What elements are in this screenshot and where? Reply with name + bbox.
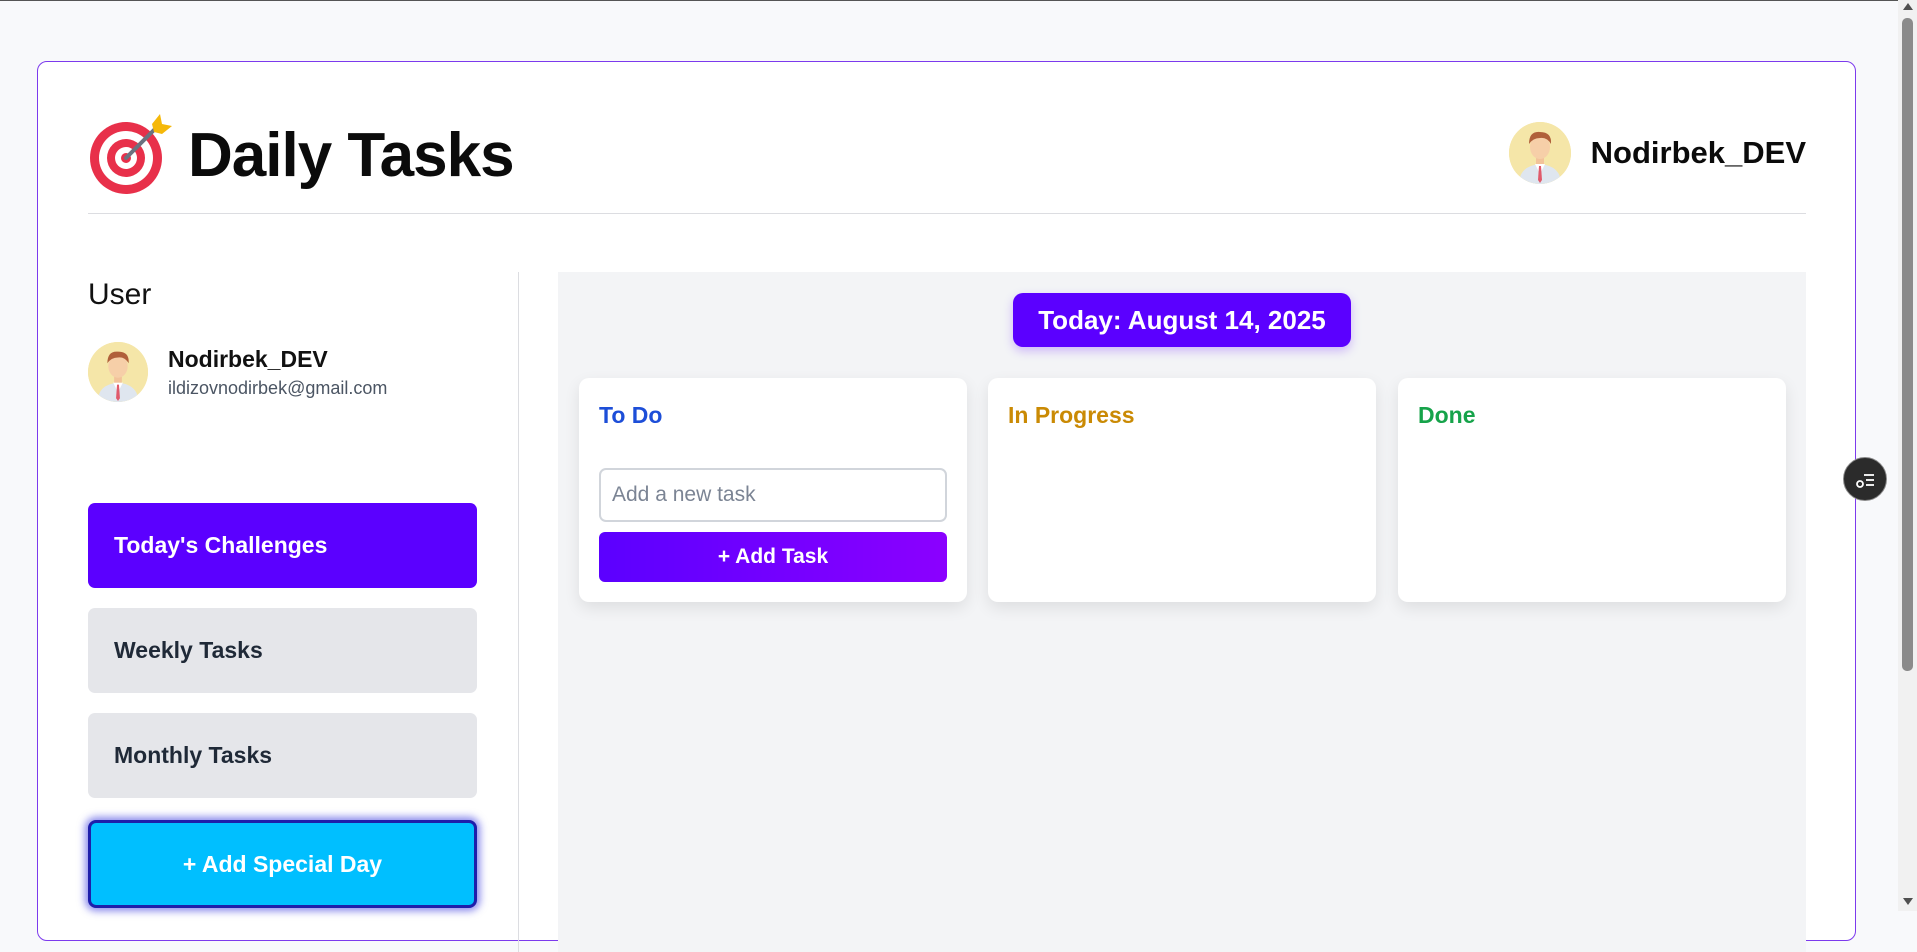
window-top-border xyxy=(0,0,1898,1)
profile-name: Nodirbek_DEV xyxy=(168,346,328,372)
scroll-up-arrow-icon[interactable] xyxy=(1903,3,1913,10)
floating-menu-button[interactable] xyxy=(1843,457,1887,501)
man-avatar-icon xyxy=(1508,122,1571,184)
column-in-progress: In Progress xyxy=(988,378,1376,602)
scroll-down-arrow-icon[interactable] xyxy=(1903,898,1913,905)
page-scrollbar[interactable] xyxy=(1898,0,1917,911)
new-task-input[interactable] xyxy=(599,468,947,522)
column-todo: To Do + Add Task xyxy=(579,378,967,602)
avatar xyxy=(88,342,148,402)
user-profile: Nodirbek_DEV ildizovnodirbek@gmail.com xyxy=(88,342,488,404)
date-badge: Today: August 14, 2025 xyxy=(1013,293,1351,347)
column-title-todo: To Do xyxy=(599,402,663,428)
add-task-button[interactable]: + Add Task xyxy=(599,532,947,582)
add-special-day-button[interactable]: + Add Special Day xyxy=(88,820,477,908)
nav-todays-challenges[interactable]: Today's Challenges xyxy=(88,503,477,588)
scroll-thumb[interactable] xyxy=(1902,18,1913,671)
column-title-done: Done xyxy=(1418,402,1476,428)
profile-email: ildizovnodirbek@gmail.com xyxy=(168,378,388,398)
app-container: Daily Tasks Nodirbek_DEV User Nodirbek_D… xyxy=(37,61,1856,952)
header-user[interactable]: Nodirbek_DEV xyxy=(1508,122,1806,184)
column-done: Done xyxy=(1398,378,1786,602)
page-header: Daily Tasks Nodirbek_DEV xyxy=(88,102,1806,214)
sidebar: User Nodirbek_DEV ildizovnodirbek@gmail.… xyxy=(88,272,519,952)
sidebar-heading: User xyxy=(88,278,152,311)
man-avatar-icon xyxy=(88,342,148,402)
task-board: Today: August 14, 2025 To Do + Add Task … xyxy=(558,272,1806,952)
list-settings-icon xyxy=(1856,474,1874,488)
app-title: Daily Tasks xyxy=(188,121,515,190)
nav-monthly-tasks[interactable]: Monthly Tasks xyxy=(88,713,477,798)
header-username: Nodirbek_DEV xyxy=(1590,135,1806,170)
nav-weekly-tasks[interactable]: Weekly Tasks xyxy=(88,608,477,693)
target-arrow-icon xyxy=(90,114,172,194)
column-title-in-progress: In Progress xyxy=(1008,402,1135,428)
avatar xyxy=(1508,122,1571,184)
